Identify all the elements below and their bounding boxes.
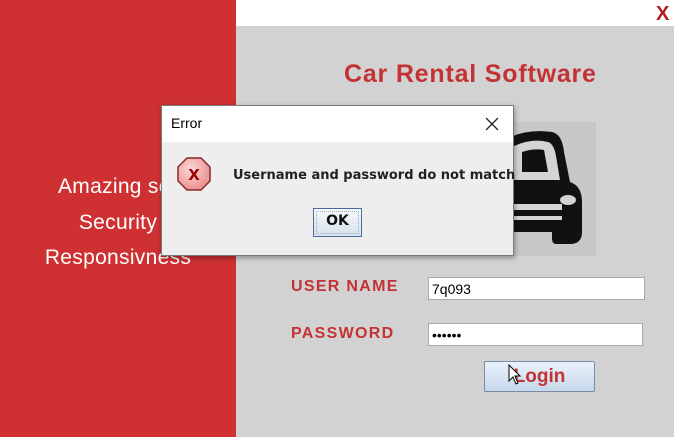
dialog-titlebar: Error	[162, 106, 513, 142]
ok-button[interactable]: OK	[313, 208, 362, 237]
title-strip	[236, 0, 674, 26]
password-label: PASSWORD	[291, 325, 395, 342]
error-dialog: Error X Username and password do not mat…	[161, 105, 516, 256]
ok-focus-ring	[316, 211, 359, 234]
dialog-title: Error	[171, 115, 203, 131]
error-icon: X	[177, 157, 211, 191]
username-input[interactable]	[428, 277, 645, 300]
dialog-message: Username and password do not match	[233, 168, 516, 183]
mouse-pointer-icon	[508, 364, 522, 385]
username-label: USER NAME	[291, 278, 399, 295]
car-logo	[502, 122, 596, 256]
window-close-button[interactable]: X	[656, 3, 674, 25]
car-front-icon	[502, 131, 582, 244]
error-icon-glyph: X	[188, 166, 200, 184]
password-input[interactable]	[428, 323, 643, 346]
app-title: Car Rental Software	[344, 60, 597, 88]
login-button[interactable]: Login	[484, 361, 595, 392]
close-icon[interactable]	[483, 115, 501, 133]
